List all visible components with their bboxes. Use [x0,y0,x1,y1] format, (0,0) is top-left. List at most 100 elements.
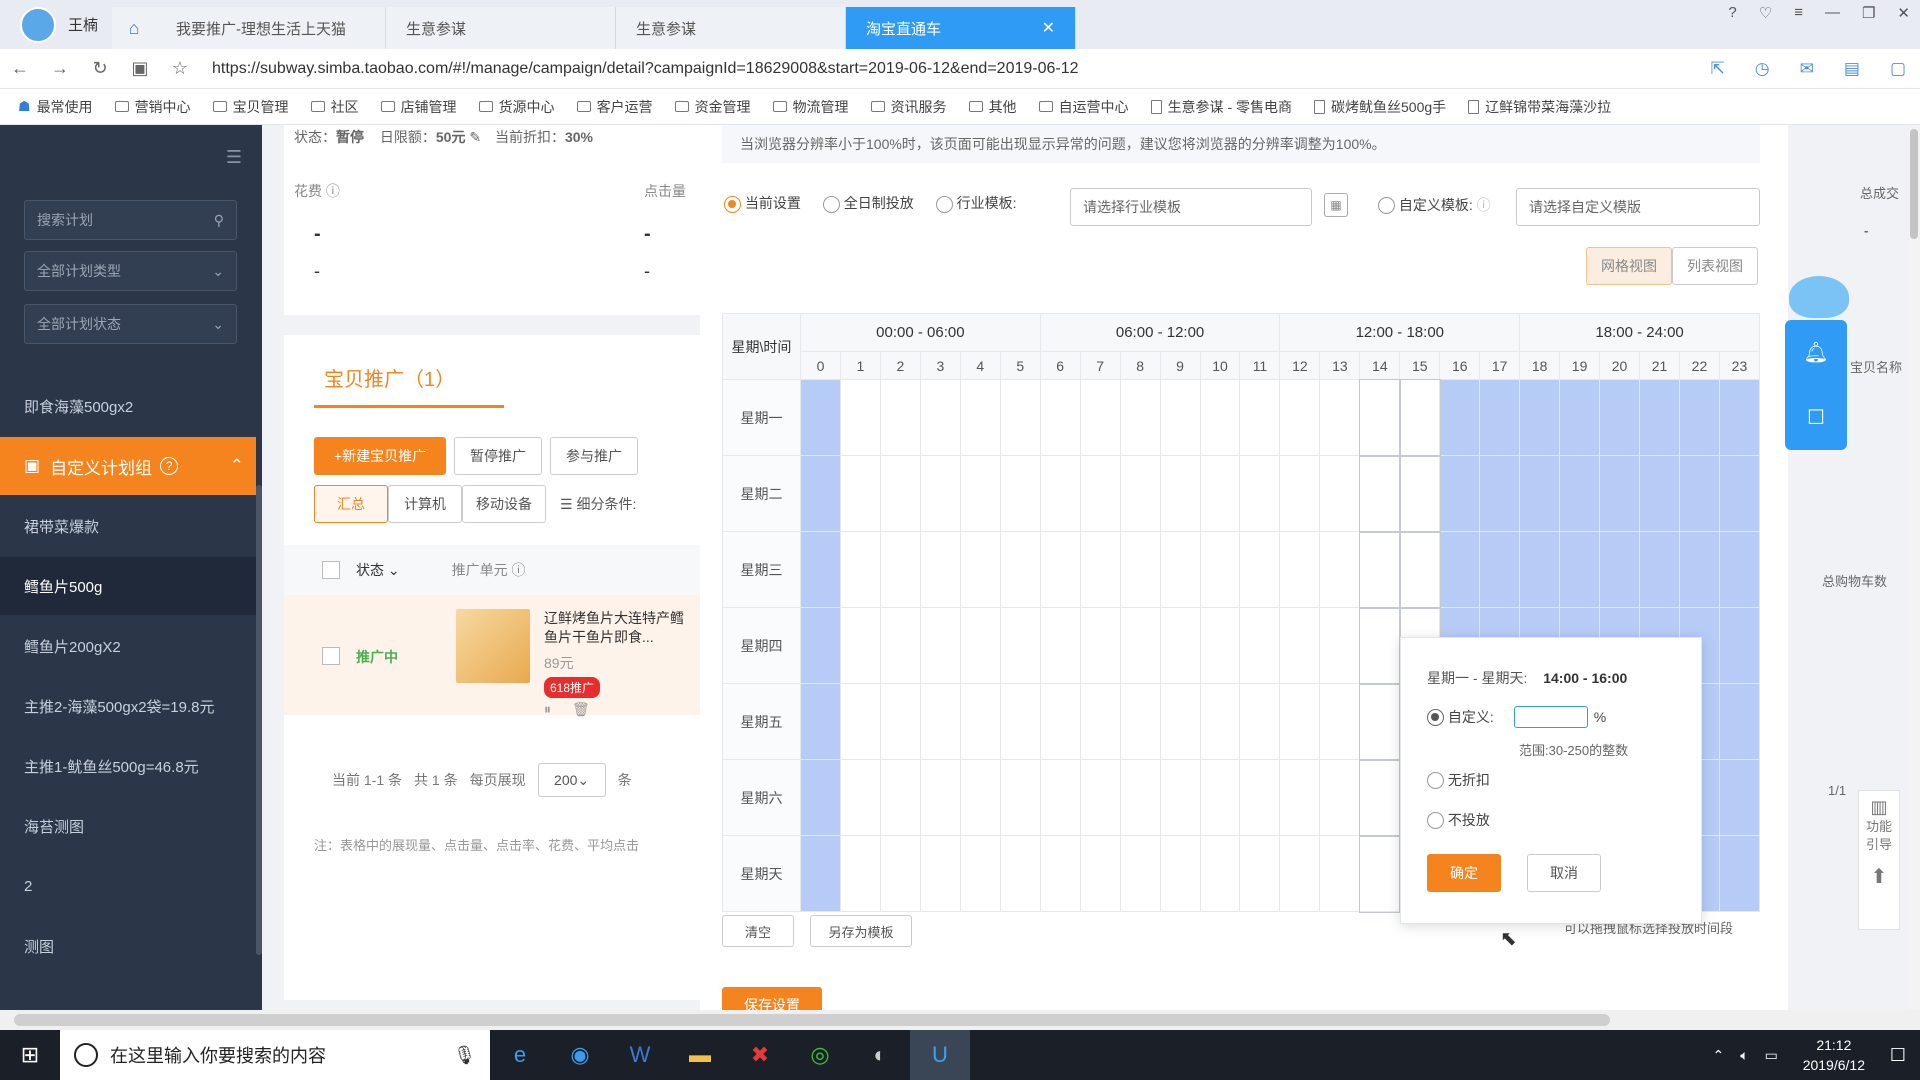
new-promotion-button[interactable]: + 新建宝贝推广 [314,437,446,475]
time-slot-cell[interactable] [1039,759,1081,836]
row-checkbox[interactable] [322,647,340,665]
time-slot-cell[interactable] [1718,455,1761,532]
time-slot-cell[interactable] [1119,683,1161,760]
time-slot-cell[interactable] [839,683,881,760]
time-slot-cell[interactable] [999,835,1041,912]
time-slot-cell[interactable] [800,683,841,760]
search-plan-input[interactable]: 搜索计划 ⚲ [24,200,237,240]
hour-header[interactable]: 1 [839,351,881,380]
tab-3[interactable]: 生意参谋 [616,7,847,49]
hour-header[interactable]: 15 [1399,351,1441,380]
day-label[interactable]: 星期天 [722,835,801,912]
time-slot-cell[interactable] [1319,379,1361,456]
filter-label[interactable]: ☰ 细分条件: [560,485,636,523]
sidebar-item-selected[interactable]: 鳕鱼片500g [0,557,256,615]
time-slot-cell[interactable] [959,835,1001,912]
time-slot-cell[interactable] [800,455,841,532]
time-slot-cell[interactable] [1599,379,1641,456]
bookmark-item[interactable]: ☗ 最常使用 [18,97,93,117]
time-slot-cell[interactable] [800,759,841,836]
confirm-button[interactable]: 确定 [1427,854,1501,892]
save-template-button[interactable]: 另存为模板 [810,915,912,947]
time-slot-cell[interactable] [1159,683,1201,760]
time-slot-cell[interactable] [1319,683,1361,760]
microphone-icon[interactable]: 🎙︎ [453,1045,476,1066]
time-slot-cell[interactable] [879,379,921,456]
time-slot-cell[interactable] [999,759,1041,836]
taobao-app-icon[interactable]: U [910,1030,970,1080]
time-slot-cell[interactable] [1159,759,1201,836]
time-slot-cell[interactable] [999,531,1041,608]
time-slot-cell[interactable] [1479,531,1521,608]
guide-widget[interactable]: ▥ 功能引导 ⬆ [1858,790,1900,930]
time-slot-cell[interactable] [800,607,841,684]
time-slot-cell[interactable] [919,683,961,760]
join-promotion-button[interactable]: 参与推广 [550,437,638,475]
time-slot-cell[interactable] [1159,607,1201,684]
radio-all-day[interactable] [822,195,840,213]
time-slot-cell[interactable] [1199,607,1241,684]
time-slot-cell[interactable] [879,455,921,532]
time-slot-cell[interactable] [1279,835,1321,912]
mode-all-day[interactable]: 全日制投放 [822,193,914,213]
day-label[interactable]: 星期四 [722,607,801,684]
time-slot-cell[interactable] [959,531,1001,608]
time-slot-cell[interactable] [1439,531,1481,608]
wechat-icon[interactable]: ◎ [790,1030,850,1080]
time-slot-cell[interactable] [1279,759,1321,836]
time-slot-cell[interactable] [1039,455,1081,532]
sidebar-item[interactable]: 主推2-海藻500gx2袋=19.8元 [0,677,256,735]
collapse-menu-icon[interactable]: ☰ [226,147,242,168]
bookmark-item[interactable]: 货源中心 [478,97,555,117]
tab-2[interactable]: 生意参谋 [386,7,617,49]
bookmark-item[interactable]: 碳烤鱿鱼丝500g手 [1314,97,1446,117]
menu-icon[interactable]: ≡ [1794,4,1803,22]
bookmark-item[interactable]: 客户运营 [576,97,653,117]
radio-current[interactable] [724,195,741,213]
discount-input[interactable] [1513,706,1588,728]
hour-header[interactable]: 7 [1079,351,1121,380]
time-slot-cell[interactable] [1079,607,1121,684]
hour-header[interactable]: 16 [1439,351,1481,380]
sidebar-item[interactable]: 2 [0,857,256,915]
time-slot-cell[interactable] [1358,758,1401,837]
help-icon[interactable]: ? [160,457,179,475]
minimize-icon[interactable]: — [1825,4,1840,22]
select-all-checkbox[interactable] [322,561,340,579]
time-slot-cell[interactable] [919,379,961,456]
time-slot-cell[interactable] [1319,835,1361,912]
time-slot-cell[interactable] [1119,835,1161,912]
time-slot-cell[interactable] [1559,379,1601,456]
template-icon[interactable]: ▦ [1324,193,1348,217]
product-title[interactable]: 辽鲜烤鱼片大连特产鳕鱼片干鱼片即食... [544,609,694,649]
time-slot-cell[interactable] [1039,835,1081,912]
time-slot-cell[interactable] [1718,531,1761,608]
time-slot-cell[interactable] [1358,834,1401,913]
day-label[interactable]: 星期二 [722,455,801,532]
time-slot-cell[interactable] [1159,835,1201,912]
time-slot-cell[interactable] [1279,455,1321,532]
time-slot-cell[interactable] [1199,455,1241,532]
hour-header[interactable]: 4 [959,351,1001,380]
hour-header[interactable]: 12 [1279,351,1321,380]
hour-header[interactable]: 5 [999,351,1041,380]
time-slot-cell[interactable] [959,455,1001,532]
shirt-icon[interactable]: ♡ [1759,4,1772,22]
time-slot-cell[interactable] [1639,531,1680,608]
hour-header[interactable]: 21 [1639,351,1680,380]
help-icon[interactable]: ? [1728,4,1736,22]
radio-custom-discount[interactable] [1427,708,1444,726]
hour-header[interactable]: 0 [800,351,841,380]
time-slot-cell[interactable] [1079,531,1121,608]
bookmark-item[interactable]: 宝贝管理 [212,97,289,117]
cancel-button[interactable]: 取消 [1527,854,1601,892]
time-slot-cell[interactable] [879,531,921,608]
time-slot-cell[interactable] [1358,682,1401,761]
time-slot-cell[interactable] [1559,531,1601,608]
edge-icon[interactable]: e [490,1030,550,1080]
time-slot-cell[interactable] [879,683,921,760]
mascot-icon[interactable] [1789,276,1849,318]
hour-header[interactable]: 22 [1678,351,1720,380]
save-settings-button[interactable]: 保存设置 [722,987,822,1010]
time-slot-cell[interactable] [1358,530,1401,609]
